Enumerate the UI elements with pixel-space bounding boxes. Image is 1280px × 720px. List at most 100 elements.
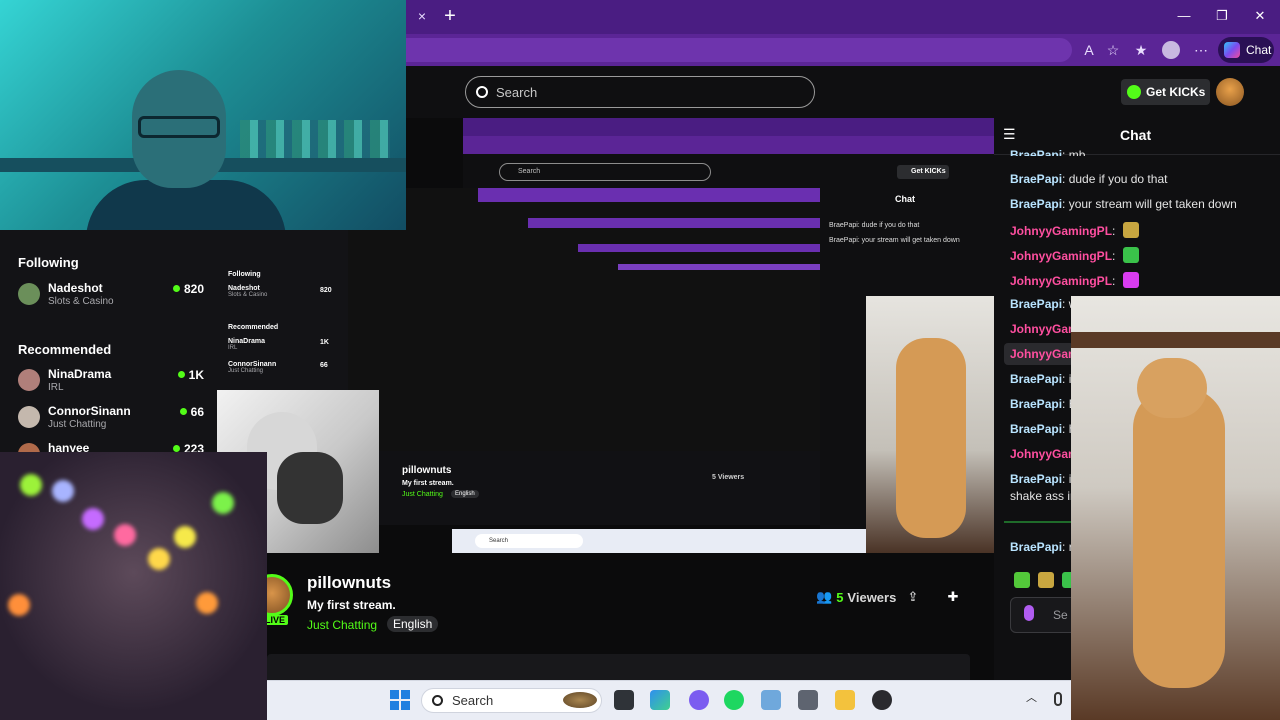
avatar xyxy=(18,283,40,305)
read-aloud-icon[interactable]: A xyxy=(1080,41,1098,59)
spotify-icon[interactable] xyxy=(724,690,744,710)
viewer-number: 5 xyxy=(836,589,844,605)
nested-tab-bar xyxy=(463,118,994,136)
minimize-button[interactable]: — xyxy=(1176,8,1192,24)
follow-user-icon[interactable]: ✚ xyxy=(946,590,960,604)
emote-quick-bar xyxy=(1014,572,1078,590)
nested-viewers: 820 xyxy=(320,287,332,294)
viewer-count: 820 xyxy=(173,282,204,296)
nested-channel-name: pillownuts xyxy=(402,465,452,476)
nested-chat-title: Chat xyxy=(895,194,915,204)
sidebar-item-hanyee[interactable]: hanyee 223 xyxy=(18,441,204,452)
nested-bar xyxy=(528,218,820,228)
kick-coin-icon xyxy=(1127,85,1141,99)
chat-username[interactable]: BraePapi xyxy=(1010,397,1062,411)
get-kicks-label: Get KICKs xyxy=(1146,85,1206,99)
nested-sidebar-item: NinaDrama IRL xyxy=(228,338,265,351)
dancing-cat-image-large xyxy=(1071,296,1280,720)
chat-username[interactable]: JohnyyGamingPL xyxy=(1010,224,1112,238)
chat-username[interactable]: BraePapi xyxy=(1010,197,1062,211)
sidebar-item-ninadrama[interactable]: NinaDrama IRL 1K xyxy=(18,367,204,397)
mic-icon[interactable] xyxy=(1024,605,1034,621)
chat-message: shake ass in xyxy=(1010,489,1077,503)
discord-icon[interactable] xyxy=(689,690,709,710)
chat-text: mb xyxy=(1068,148,1086,156)
get-kicks-button[interactable]: Get KICKs xyxy=(1121,79,1210,105)
webcam-bottles xyxy=(240,120,390,158)
search-icon xyxy=(432,695,443,706)
chat-username[interactable]: BraePapi xyxy=(1010,372,1062,386)
nested-search: Search xyxy=(499,163,711,181)
chat-username[interactable]: BraePapi xyxy=(1010,540,1062,554)
chat-username[interactable]: JohnyyGamingPL xyxy=(1010,249,1112,263)
edge-icon[interactable] xyxy=(650,690,670,710)
recommended-heading: Recommended xyxy=(18,342,112,357)
chat-input[interactable]: Se xyxy=(1010,597,1080,633)
notepad-icon[interactable] xyxy=(761,690,781,710)
chat-message: JohnyyGamingPL: xyxy=(1010,247,1139,263)
chat-username[interactable]: BraePapi xyxy=(1010,148,1062,156)
chat-username[interactable]: BraePapi xyxy=(1010,172,1062,186)
new-tab-button[interactable]: + xyxy=(441,6,459,26)
sidebar-item-nadeshot[interactable]: Nadeshot Slots & Casino 820 xyxy=(18,281,204,311)
nested-following-heading: Following xyxy=(228,271,261,278)
nested-category: Just Chatting xyxy=(402,491,443,498)
chat-username[interactable]: BraePapi xyxy=(1010,422,1062,436)
category-link[interactable]: Just Chatting xyxy=(307,618,377,632)
share-icon[interactable]: ⇪ xyxy=(906,590,920,604)
nested-bar xyxy=(578,244,820,252)
chat-username[interactable]: JohnyyGam xyxy=(1010,347,1079,361)
chat-message: JohnyyGamingPL: xyxy=(1010,272,1139,288)
nested-viewer-count: 5 Viewers xyxy=(712,474,745,481)
maximize-button[interactable]: ❐ xyxy=(1214,8,1230,24)
chat-username[interactable]: BraePapi xyxy=(1010,297,1062,311)
favorite-star-icon[interactable]: ☆ xyxy=(1104,41,1122,59)
emote-icon[interactable] xyxy=(1038,572,1054,588)
search-highlight-image xyxy=(563,692,597,708)
viewers-icon: 👥 xyxy=(816,589,833,604)
chevron-up-icon[interactable]: ︿ xyxy=(1026,692,1038,704)
viewer-count: 1K xyxy=(178,368,204,382)
dancing-cat-image-small xyxy=(866,296,994,553)
nested-sidebar-item: Nadeshot Slots & Casino xyxy=(228,285,268,298)
channel-name[interactable]: pillownuts xyxy=(307,573,391,593)
profile-icon[interactable] xyxy=(1162,41,1180,59)
chat-message: BraePapi: w xyxy=(1010,297,1077,311)
channel-category: Slots & Casino xyxy=(48,296,114,307)
led-light xyxy=(82,508,104,530)
nested-taskbar-search: Search xyxy=(475,534,583,548)
collapse-chat-icon[interactable]: ☰ xyxy=(1003,127,1019,141)
stream-title: My first stream. xyxy=(307,598,396,612)
nested-get-kicks: Get KICKs xyxy=(897,165,949,179)
windows-start-icon[interactable] xyxy=(390,690,410,710)
chat-username[interactable]: BraePapi xyxy=(1010,472,1062,486)
app-icon[interactable] xyxy=(872,690,892,710)
led-light xyxy=(8,594,30,616)
chat-username[interactable]: JohnyyGamingPL xyxy=(1010,274,1112,288)
chat-username[interactable]: JohnyyGam xyxy=(1010,447,1079,461)
file-explorer-icon[interactable] xyxy=(614,690,634,710)
avatar xyxy=(18,406,40,428)
led-light xyxy=(148,548,170,570)
viewers-label: Viewers xyxy=(847,589,897,605)
close-window-button[interactable]: ✕ xyxy=(1252,8,1268,24)
chat-username[interactable]: JohnyyGam xyxy=(1010,322,1079,336)
nested-chat-message: BraePapi: dude if you do that xyxy=(829,222,920,229)
cat-body xyxy=(896,338,966,538)
language-tag[interactable]: English xyxy=(387,616,439,632)
close-tab-icon[interactable]: × xyxy=(414,8,430,24)
sidebar-item-connorsinann[interactable]: ConnorSinann Just Chatting 66 xyxy=(18,404,204,434)
copilot-chat-button[interactable]: Chat xyxy=(1218,37,1274,63)
chat-text: shake ass in xyxy=(1010,489,1077,503)
nested-toolbar xyxy=(463,136,994,154)
calculator-icon[interactable] xyxy=(798,690,818,710)
chat-message: BraePapi: B xyxy=(1010,397,1077,411)
favorites-icon[interactable]: ★ xyxy=(1132,41,1150,59)
user-avatar[interactable] xyxy=(1216,78,1244,106)
microphone-icon[interactable] xyxy=(1054,692,1062,706)
search-input[interactable]: Search xyxy=(465,76,815,108)
more-icon[interactable]: ⋯ xyxy=(1192,41,1210,59)
folder-icon[interactable] xyxy=(835,690,855,710)
nested-recommended-heading: Recommended xyxy=(228,324,279,331)
emote-icon[interactable] xyxy=(1014,572,1030,588)
